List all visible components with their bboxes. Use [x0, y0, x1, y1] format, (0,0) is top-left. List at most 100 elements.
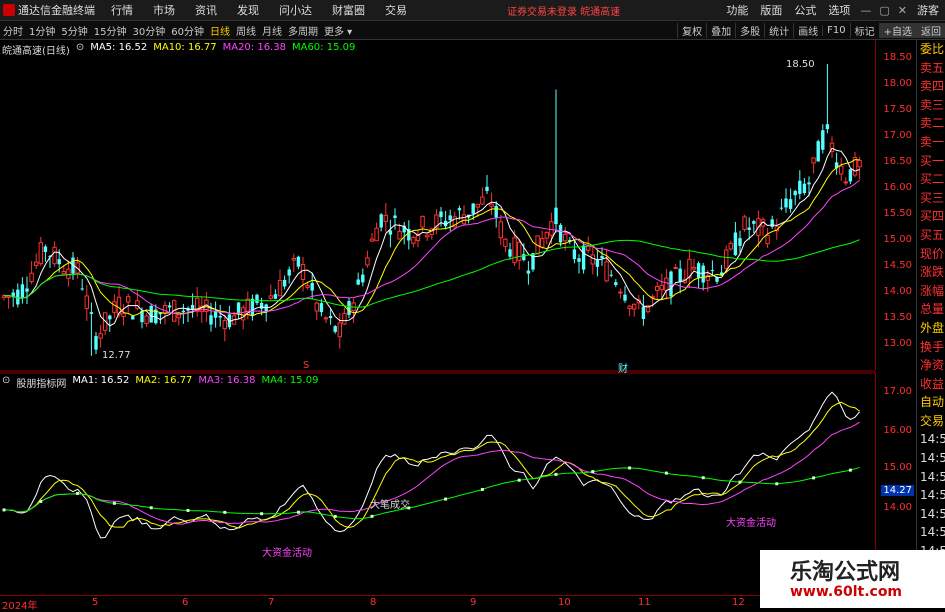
period-multi[interactable]: 多周期 [285, 23, 321, 38]
tool-diejia[interactable]: 叠加 [706, 22, 735, 38]
legend-ma5: MA5: 16.52 [90, 42, 148, 53]
tool-duogu[interactable]: 多股 [735, 22, 764, 38]
ma4-marker [333, 514, 337, 518]
ma4-marker [664, 471, 668, 475]
menu-jiaoyi[interactable]: 交易 [375, 2, 417, 18]
price-tick: 13.50 [883, 312, 912, 323]
ma4-marker [296, 510, 300, 514]
ma4-marker [112, 501, 116, 505]
ma3-line [3, 421, 860, 525]
period-more[interactable]: 更多 ▾ [321, 23, 355, 38]
candle-body [798, 180, 802, 194]
candle-body [52, 246, 57, 265]
stock-title[interactable]: 皖通高速(日线) [2, 42, 70, 57]
legend-ma10: MA10: 16.77 [153, 42, 217, 53]
candle-body [29, 272, 34, 282]
close-icon[interactable]: ✕ [894, 4, 911, 17]
menu-gongshi[interactable]: 公式 [788, 2, 822, 18]
side-sell1[interactable]: 卖一 [917, 133, 945, 152]
tool-add-favorite[interactable]: +自选 [878, 22, 916, 38]
side-auto[interactable]: 自动 [917, 393, 945, 412]
side-buy2[interactable]: 买二 [917, 170, 945, 189]
menu-xuanxiang[interactable]: 选项 [822, 2, 856, 18]
side-sell4[interactable]: 卖四 [917, 77, 945, 96]
candle-body [84, 295, 89, 310]
side-sell2[interactable]: 卖二 [917, 114, 945, 133]
candle-body [250, 298, 255, 316]
side-trade[interactable]: 交易 [917, 412, 945, 431]
menu-caifuquan[interactable]: 财富圈 [322, 2, 375, 18]
candle-body [61, 271, 66, 275]
tool-f10[interactable]: F10 [822, 24, 849, 36]
date-tick: 11 [638, 597, 651, 608]
tool-huaxian[interactable]: 画线 [793, 22, 822, 38]
menu-gongneng[interactable]: 功能 [720, 2, 754, 18]
candle-body [498, 221, 504, 239]
candle-body [540, 238, 545, 248]
candle-body [489, 203, 494, 207]
candle-body [328, 315, 333, 319]
candle-body [319, 303, 324, 313]
side-sell3[interactable]: 卖三 [917, 96, 945, 115]
menu-bar: 通达信金融终端 行情 市场 资讯 发现 问小达 财富圈 交易 证券交易未登录 皖… [0, 0, 945, 21]
period-60min[interactable]: 60分钟 [168, 23, 207, 38]
price-tick: 18.50 [883, 52, 912, 63]
side-buy3[interactable]: 买三 [917, 189, 945, 208]
tool-biaoji[interactable]: 标记 [849, 22, 879, 38]
menu-faxian[interactable]: 发现 [227, 2, 269, 18]
tool-fuquan[interactable]: 复权 [677, 22, 706, 38]
menu-youke[interactable]: 游客 [911, 2, 945, 18]
candle-body [600, 256, 604, 259]
indicator-title[interactable]: 股朋指标网 [16, 375, 66, 390]
period-1min[interactable]: 1分钟 [26, 23, 58, 38]
menu-shichang[interactable]: 市场 [143, 2, 185, 18]
period-30min[interactable]: 30分钟 [129, 23, 168, 38]
period-weekly[interactable]: 周线 [233, 23, 259, 38]
maximize-icon[interactable]: ▢ [875, 4, 893, 17]
candle-body [522, 254, 526, 261]
candle-body [609, 274, 613, 276]
candle-body [361, 274, 365, 283]
period-fenshi[interactable]: 分时 [0, 23, 26, 38]
price-tick: 16.00 [883, 182, 912, 193]
date-tick: 12 [732, 597, 745, 608]
side-weibi[interactable]: 委比 [917, 40, 945, 59]
candle-body [839, 165, 844, 175]
side-earnings: 收益 [920, 376, 945, 391]
price-tick: 17.00 [883, 130, 912, 141]
legend-settings-icon[interactable]: ⊙ [76, 42, 84, 57]
ma4-marker [2, 508, 6, 512]
chart-area[interactable] [0, 40, 875, 595]
candle-body [517, 241, 522, 261]
candle-body [784, 198, 788, 208]
menu-hangqing[interactable]: 行情 [101, 2, 143, 18]
side-sell5[interactable]: 卖五 [917, 59, 945, 78]
side-buy5[interactable]: 买五 [917, 226, 945, 245]
tool-tongji[interactable]: 统计 [764, 22, 793, 38]
period-15min[interactable]: 15分钟 [91, 23, 130, 38]
candle-body [659, 284, 664, 291]
indicator-settings-icon[interactable]: ⊙ [2, 375, 10, 390]
menu-wenxiaoda[interactable]: 问小达 [269, 2, 322, 18]
candle-body [213, 311, 218, 318]
candle-body [296, 256, 301, 267]
ma4-marker [223, 510, 227, 514]
period-monthly[interactable]: 月线 [259, 23, 285, 38]
menu-banmian[interactable]: 版面 [754, 2, 788, 18]
candle-body [691, 266, 697, 270]
side-time: 14:56 [920, 488, 945, 503]
period-5min[interactable]: 5分钟 [58, 23, 90, 38]
side-buy4[interactable]: 买四 [917, 207, 945, 226]
side-buy1[interactable]: 买一 [917, 152, 945, 171]
legend-ma60: MA60: 15.09 [291, 42, 356, 53]
candle-body [209, 315, 213, 325]
period-daily[interactable]: 日线 [207, 23, 233, 38]
tool-back[interactable]: 返回 [916, 22, 945, 38]
candle-body [627, 305, 632, 310]
watermark-title: 乐淘公式网 [790, 559, 901, 585]
minimize-icon[interactable]: — [856, 4, 875, 17]
menu-zixun[interactable]: 资讯 [185, 2, 227, 18]
candle-body [425, 234, 430, 238]
ma4-marker [701, 476, 705, 480]
price-tick: 13.00 [883, 338, 912, 349]
